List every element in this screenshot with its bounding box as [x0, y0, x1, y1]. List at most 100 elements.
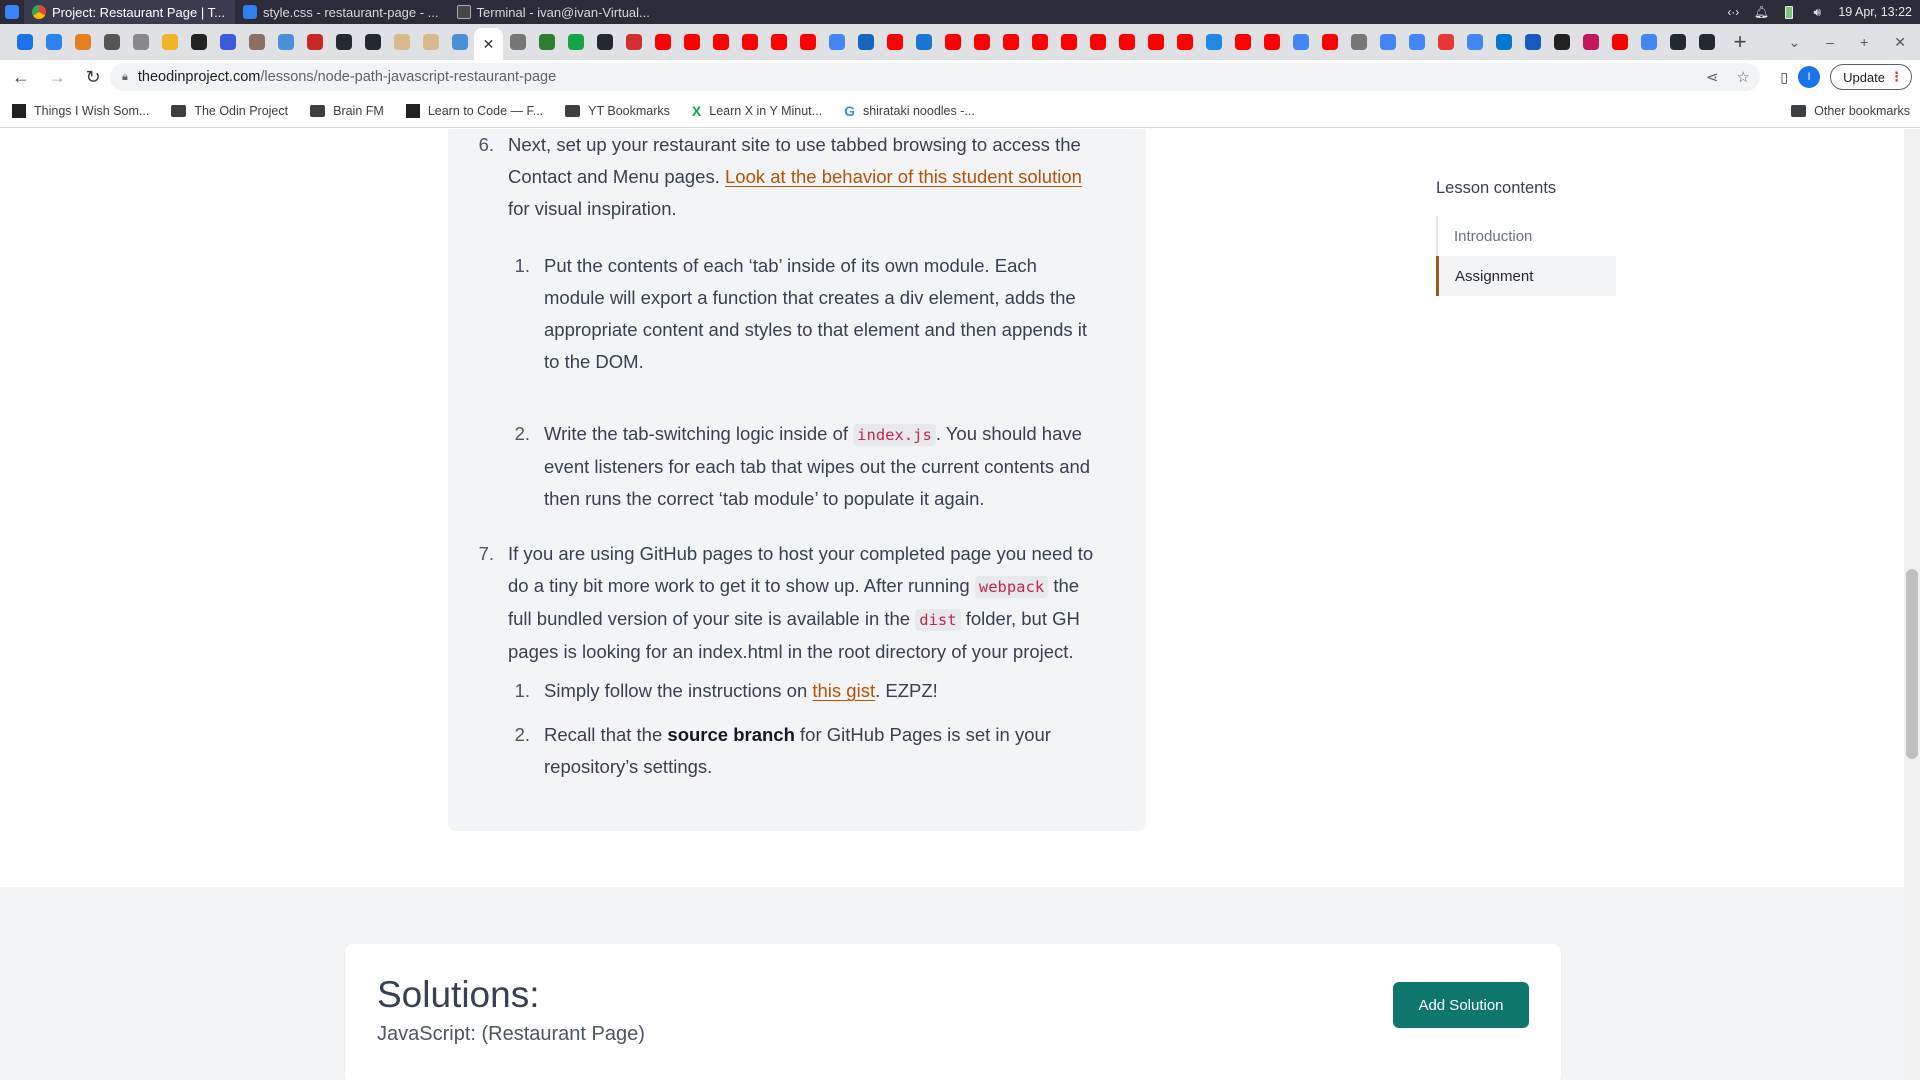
add-solution-button[interactable]: Add Solution	[1393, 982, 1529, 1028]
browser-tab[interactable]	[242, 27, 271, 57]
close-tab-icon[interactable]: ✕	[483, 36, 495, 53]
taskbar-task-chrome[interactable]: Project: Restaurant Page | T...	[24, 0, 235, 24]
browser-tab[interactable]	[10, 27, 39, 57]
browser-tab[interactable]	[387, 27, 416, 57]
browser-tab[interactable]	[1170, 27, 1199, 57]
browser-tab[interactable]	[1112, 27, 1141, 57]
toc-item-introduction[interactable]: Introduction	[1438, 216, 1616, 256]
browser-tab[interactable]	[1141, 27, 1170, 57]
tab-search-icon[interactable]: ⌄	[1789, 34, 1801, 51]
browser-tab[interactable]	[416, 27, 445, 57]
browser-tab[interactable]	[996, 27, 1025, 57]
browser-tab[interactable]	[532, 27, 561, 57]
browser-tab[interactable]	[1286, 27, 1315, 57]
browser-tab[interactable]	[126, 27, 155, 57]
browser-tab[interactable]	[1083, 27, 1112, 57]
bookmark-item[interactable]: Learn to Code — F...	[405, 103, 543, 118]
browser-tab[interactable]	[1576, 27, 1605, 57]
browser-tab[interactable]	[271, 27, 300, 57]
browser-tab[interactable]	[39, 27, 68, 57]
browser-tab[interactable]	[1692, 27, 1721, 57]
minimize-icon[interactable]: –	[1826, 34, 1834, 50]
maximize-icon[interactable]: +	[1860, 34, 1868, 50]
reload-icon[interactable]: ↻	[78, 62, 108, 92]
other-bookmarks[interactable]: Other bookmarks	[1791, 94, 1910, 128]
clock[interactable]: 19 Apr, 13:22	[1838, 5, 1912, 19]
bookmark-folder[interactable]: The Odin Project	[171, 104, 288, 118]
browser-tab[interactable]	[1025, 27, 1054, 57]
bookmark-item[interactable]: Things I Wish Som...	[12, 103, 149, 118]
browser-tab[interactable]	[155, 27, 184, 57]
browser-tab[interactable]	[793, 27, 822, 57]
browser-tab[interactable]	[1315, 27, 1344, 57]
browser-tab[interactable]	[1489, 27, 1518, 57]
start-menu-icon[interactable]	[0, 0, 24, 24]
browser-tab[interactable]	[1199, 27, 1228, 57]
browser-tab[interactable]	[909, 27, 938, 57]
gist-link[interactable]: this gist	[812, 680, 875, 701]
browser-tab[interactable]	[358, 27, 387, 57]
browser-tab[interactable]	[503, 27, 532, 57]
browser-tab[interactable]	[590, 27, 619, 57]
browser-tab[interactable]	[68, 27, 97, 57]
share-icon[interactable]: ⋖	[1706, 68, 1719, 86]
taskbar-task-terminal[interactable]: Terminal - ivan@ivan-Virtual...	[449, 0, 660, 24]
battery-icon[interactable]	[1782, 5, 1796, 19]
browser-tab[interactable]	[1431, 27, 1460, 57]
browser-tab[interactable]	[445, 27, 474, 57]
lock-icon[interactable]: 🔒︎	[122, 71, 128, 84]
browser-tab[interactable]	[851, 27, 880, 57]
browser-tab[interactable]	[735, 27, 764, 57]
browser-tab[interactable]	[1634, 27, 1663, 57]
new-tab-button[interactable]: +	[1725, 27, 1755, 57]
browser-tab[interactable]	[619, 27, 648, 57]
browser-tab[interactable]	[1605, 27, 1634, 57]
browser-tab[interactable]	[97, 27, 126, 57]
browser-tab[interactable]	[184, 27, 213, 57]
browser-tab[interactable]	[967, 27, 996, 57]
browser-tab[interactable]	[706, 27, 735, 57]
browser-tab[interactable]	[880, 27, 909, 57]
bookmark-star-icon[interactable]: ☆	[1737, 68, 1750, 86]
forward-icon[interactable]: →	[42, 62, 72, 92]
browser-tab[interactable]	[1344, 27, 1373, 57]
scrollbar-thumb[interactable]	[1906, 569, 1918, 759]
close-window-icon[interactable]: ✕	[1894, 34, 1906, 51]
browser-tab[interactable]	[1663, 27, 1692, 57]
browser-tab[interactable]	[1547, 27, 1576, 57]
browser-tab[interactable]	[561, 27, 590, 57]
browser-tab[interactable]	[648, 27, 677, 57]
taskbar-task-vscode[interactable]: style.css - restaurant-page - ...	[235, 0, 449, 24]
browser-tab[interactable]	[677, 27, 706, 57]
browser-tab[interactable]	[1460, 27, 1489, 57]
notification-bell-icon[interactable]: 🔔︎	[1754, 5, 1769, 19]
browser-tab[interactable]	[822, 27, 851, 57]
bookmark-item[interactable]: Gshirataki noodles -...	[844, 103, 975, 119]
browser-tab[interactable]	[1402, 27, 1431, 57]
side-panel-icon[interactable]: ▯	[1780, 69, 1788, 86]
bookmark-item[interactable]: X Learn X in Y Minut...	[692, 103, 822, 119]
browser-tab[interactable]	[300, 27, 329, 57]
browser-tab[interactable]	[213, 27, 242, 57]
browser-tab[interactable]	[1228, 27, 1257, 57]
profile-avatar[interactable]: I	[1798, 66, 1821, 88]
address-bar[interactable]: 🔒︎ theodinproject.com/lessons/node-path-…	[110, 63, 1760, 91]
browser-tab[interactable]	[1054, 27, 1083, 57]
browser-tab[interactable]	[764, 27, 793, 57]
browser-tab[interactable]	[1257, 27, 1286, 57]
student-solution-link[interactable]: Look at the behavior of this student sol…	[725, 166, 1082, 187]
browser-tab[interactable]	[1518, 27, 1547, 57]
update-button[interactable]: Update ⋮	[1830, 64, 1912, 90]
bookmark-folder[interactable]: YT Bookmarks	[565, 104, 670, 118]
folder-icon	[565, 104, 581, 117]
browser-tab[interactable]	[1373, 27, 1402, 57]
volume-icon[interactable]: 🔊︎	[1810, 5, 1824, 19]
browser-tab[interactable]	[938, 27, 967, 57]
bookmark-folder[interactable]: Brain FM	[310, 104, 384, 118]
browser-tab[interactable]	[329, 27, 358, 57]
back-icon[interactable]: ←	[6, 62, 36, 92]
active-tab[interactable]: ✕	[474, 28, 503, 60]
toc-item-assignment[interactable]: Assignment	[1436, 256, 1616, 296]
page-scrollbar[interactable]	[1904, 129, 1920, 1080]
network-icon[interactable]: ‹·›	[1726, 5, 1740, 19]
